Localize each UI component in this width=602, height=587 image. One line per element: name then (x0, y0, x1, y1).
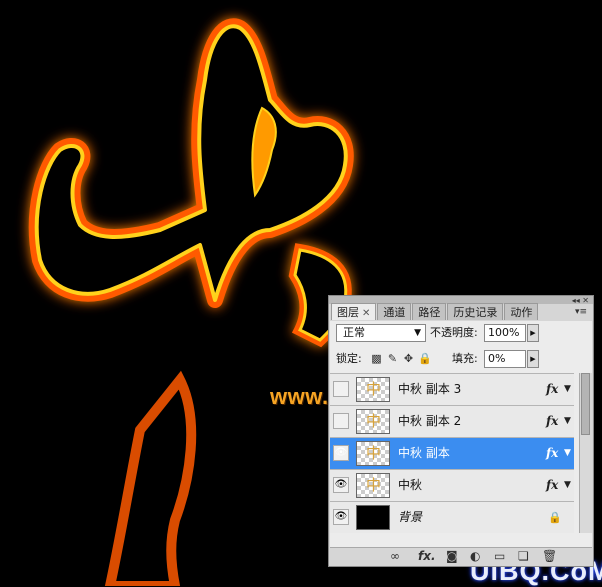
fill-input[interactable]: 0% (484, 350, 526, 368)
layer-glyph: 中 (366, 380, 382, 398)
fill-label: 填充: (452, 352, 478, 365)
layer-name[interactable]: 中秋 副本 2 (398, 406, 461, 437)
layer-name[interactable]: 中秋 副本 (398, 438, 450, 469)
layer-row-selected[interactable]: 👁 中 中秋 副本 fx ▼ (330, 437, 574, 469)
panel-body: 正常 ▼ 不透明度: 100% ▶ 锁定: ▩ ✎ ✥ 🔒 填充: 0% ▶ 中 … (330, 321, 592, 548)
expand-effects-icon[interactable]: ▼ (564, 374, 571, 405)
mask-icon[interactable]: ◙ (446, 549, 458, 563)
layer-row[interactable]: 👁 中 中秋 fx ▼ (330, 469, 574, 501)
lock-all-icon[interactable]: 🔒 (418, 352, 432, 365)
close-icon[interactable]: ✕ (582, 296, 589, 305)
lock-position-icon[interactable]: ✥ (402, 352, 415, 365)
panel-window-controls[interactable]: ◂◂ ✕ (572, 296, 589, 305)
lock-icon: 🔒 (548, 511, 562, 524)
layer-thumbnail[interactable]: 中 (356, 409, 390, 434)
chevron-down-icon: ▼ (414, 328, 421, 338)
tab-close-icon[interactable]: ✕ (362, 308, 370, 319)
trash-icon[interactable]: 🗑 (542, 549, 557, 563)
fx-icon[interactable]: fx (546, 406, 558, 437)
folder-icon[interactable]: ▭ (494, 549, 505, 563)
layer-name[interactable]: 中秋 副本 3 (398, 374, 461, 405)
eye-icon[interactable]: 👁 (333, 477, 349, 493)
tab-channels[interactable]: 通道 (377, 303, 412, 320)
layer-thumbnail[interactable]: 中 (356, 441, 390, 466)
layer-row[interactable]: 中 中秋 副本 2 fx ▼ (330, 405, 574, 437)
lock-fill-row: 锁定: ▩ ✎ ✥ 🔒 填充: 0% ▶ (334, 350, 588, 370)
tab-layers[interactable]: 图层 ✕ (331, 303, 377, 320)
fill-slider-button[interactable]: ▶ (527, 350, 539, 368)
eye-icon[interactable]: 👁 (333, 445, 349, 461)
lock-transparency-icon[interactable]: ▩ (370, 352, 383, 365)
visibility-toggle[interactable] (333, 413, 349, 429)
visibility-toggle[interactable] (333, 381, 349, 397)
panel-menu-icon[interactable]: ▾≡ (575, 307, 587, 317)
collapse-icon[interactable]: ◂◂ (572, 296, 580, 305)
layer-row[interactable]: 中 中秋 副本 3 fx ▼ (330, 373, 574, 405)
panel-tabs: 图层 ✕ 通道 路径 历史记录 动作 (331, 303, 539, 321)
layer-glyph: 中 (366, 412, 382, 430)
blend-opacity-row: 正常 ▼ 不透明度: 100% ▶ (334, 324, 588, 344)
layer-row[interactable]: 👁 背景 🔒 (330, 501, 574, 533)
tab-actions[interactable]: 动作 (504, 303, 539, 320)
tab-paths[interactable]: 路径 (412, 303, 447, 320)
layers-list: 中 中秋 副本 3 fx ▼ 中 中秋 副本 2 fx ▼ 👁 中 中秋 副本 … (330, 373, 574, 533)
fx-icon[interactable]: fx (546, 438, 558, 469)
scrollbar-thumb[interactable] (581, 373, 590, 435)
expand-effects-icon[interactable]: ▼ (564, 470, 571, 501)
opacity-slider-button[interactable]: ▶ (527, 324, 539, 342)
layer-name[interactable]: 背景 (398, 502, 422, 533)
layer-thumbnail-background[interactable] (356, 505, 390, 530)
layer-name[interactable]: 中秋 (398, 470, 422, 501)
new-layer-icon[interactable]: ❏ (518, 549, 529, 563)
layer-glyph: 中 (366, 476, 382, 494)
layer-thumbnail[interactable]: 中 (356, 473, 390, 498)
layer-glyph: 中 (366, 444, 382, 462)
lock-paint-icon[interactable]: ✎ (386, 352, 399, 365)
layer-thumbnail[interactable]: 中 (356, 377, 390, 402)
expand-effects-icon[interactable]: ▼ (564, 438, 571, 469)
eye-icon[interactable]: 👁 (333, 509, 349, 525)
link-icon[interactable]: ∞ (390, 549, 400, 563)
panel-bottom-toolbar: ∞ fx. ◙ ◐ ▭ ❏ 🗑 (330, 547, 592, 565)
fx-icon[interactable]: fx (546, 374, 558, 405)
tab-history[interactable]: 历史记录 (447, 303, 504, 320)
opacity-input[interactable]: 100% (484, 324, 526, 342)
adjustment-icon[interactable]: ◐ (470, 549, 480, 563)
layers-scrollbar[interactable] (579, 373, 592, 533)
lock-label: 锁定: (336, 352, 362, 365)
expand-effects-icon[interactable]: ▼ (564, 406, 571, 437)
fx-icon[interactable]: fx. (418, 549, 436, 563)
opacity-label: 不透明度: (430, 326, 478, 339)
layers-panel: ◂◂ ✕ 图层 ✕ 通道 路径 历史记录 动作 ▾≡ 正常 ▼ 不透明度: 100%… (328, 295, 594, 567)
fx-icon[interactable]: fx (546, 470, 558, 501)
blend-mode-select[interactable]: 正常 ▼ (336, 324, 426, 342)
